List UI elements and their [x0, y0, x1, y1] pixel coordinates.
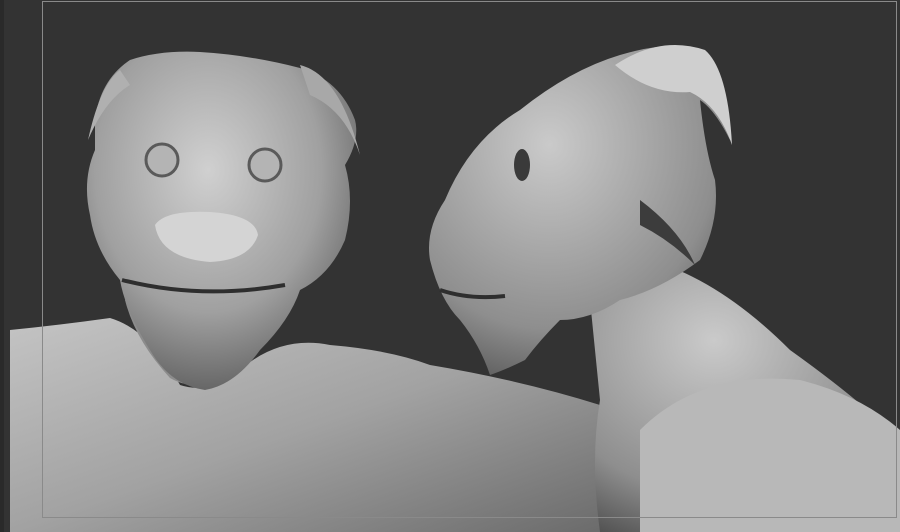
- side-eye: [514, 149, 530, 181]
- front-right-eye: [247, 147, 283, 183]
- front-left-eye: [144, 142, 180, 178]
- sculpt-canvas[interactable]: [0, 0, 900, 532]
- side-shoulder: [640, 378, 900, 532]
